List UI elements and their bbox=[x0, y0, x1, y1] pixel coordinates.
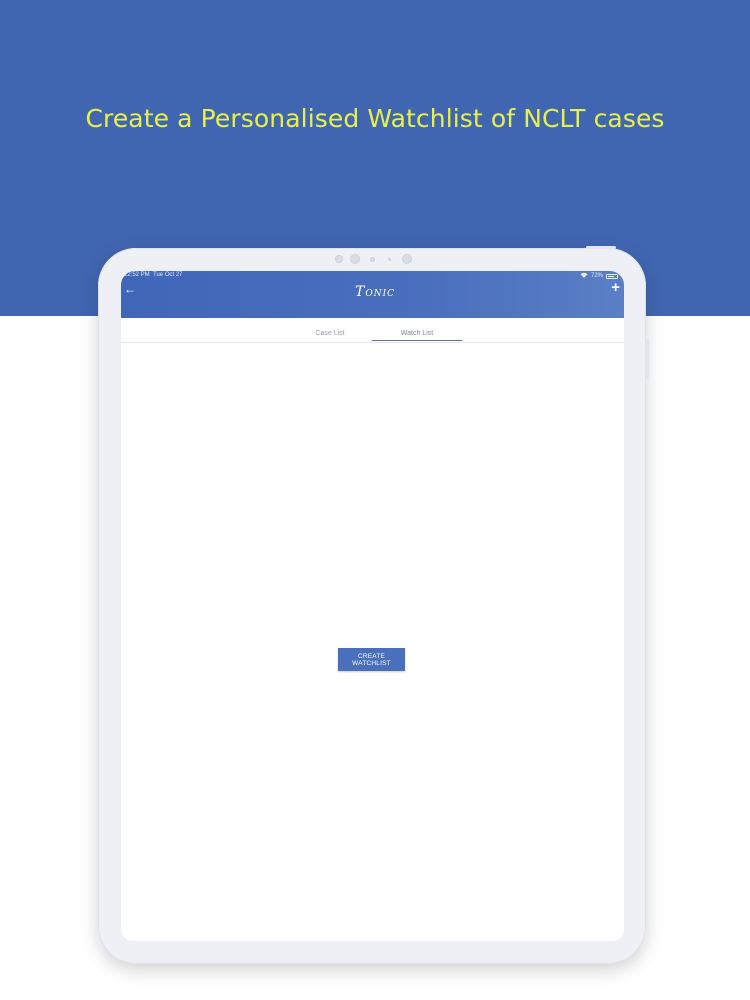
camera-sensor-icon bbox=[350, 254, 360, 264]
logo-rest: ONIC bbox=[365, 289, 396, 299]
tablet-frame: 12:52 PM Tue Oct 27 72% ← TONIC + Case L… bbox=[98, 246, 649, 964]
camera-dot-icon bbox=[388, 258, 391, 261]
selected-tab-indicator bbox=[372, 340, 462, 341]
app-screen: 12:52 PM Tue Oct 27 72% ← TONIC + Case L… bbox=[121, 271, 624, 941]
wifi-icon bbox=[580, 272, 588, 280]
camera-sensor-icon bbox=[335, 255, 343, 263]
watchlist-content: CREATE WATCHLIST bbox=[121, 343, 624, 941]
status-bar: 12:52 PM Tue Oct 27 72% bbox=[124, 272, 618, 282]
status-time-date: 12:52 PM Tue Oct 27 bbox=[124, 272, 183, 278]
camera-sensor-icon bbox=[402, 254, 412, 264]
create-watchlist-button[interactable]: CREATE WATCHLIST bbox=[338, 648, 405, 671]
status-date: Tue Oct 27 bbox=[153, 272, 183, 278]
logo-initial: T bbox=[355, 284, 366, 300]
tonic-logo: TONIC bbox=[355, 285, 395, 301]
app-bar: 12:52 PM Tue Oct 27 72% ← TONIC + bbox=[121, 271, 624, 318]
volume-button bbox=[646, 338, 649, 378]
back-arrow-icon[interactable]: ← bbox=[124, 282, 136, 296]
battery-icon bbox=[606, 273, 618, 279]
status-time: 12:52 PM bbox=[124, 272, 150, 278]
camera-lens-icon bbox=[370, 257, 375, 262]
top-button bbox=[586, 246, 616, 249]
add-plus-icon[interactable]: + bbox=[611, 279, 620, 297]
tab-case-list[interactable]: Case List bbox=[285, 330, 375, 342]
battery-percent: 72% bbox=[590, 273, 603, 279]
tab-bar: Case List Watch List bbox=[121, 318, 624, 343]
promo-headline: Create a Personalised Watchlist of NCLT … bbox=[85, 104, 665, 133]
